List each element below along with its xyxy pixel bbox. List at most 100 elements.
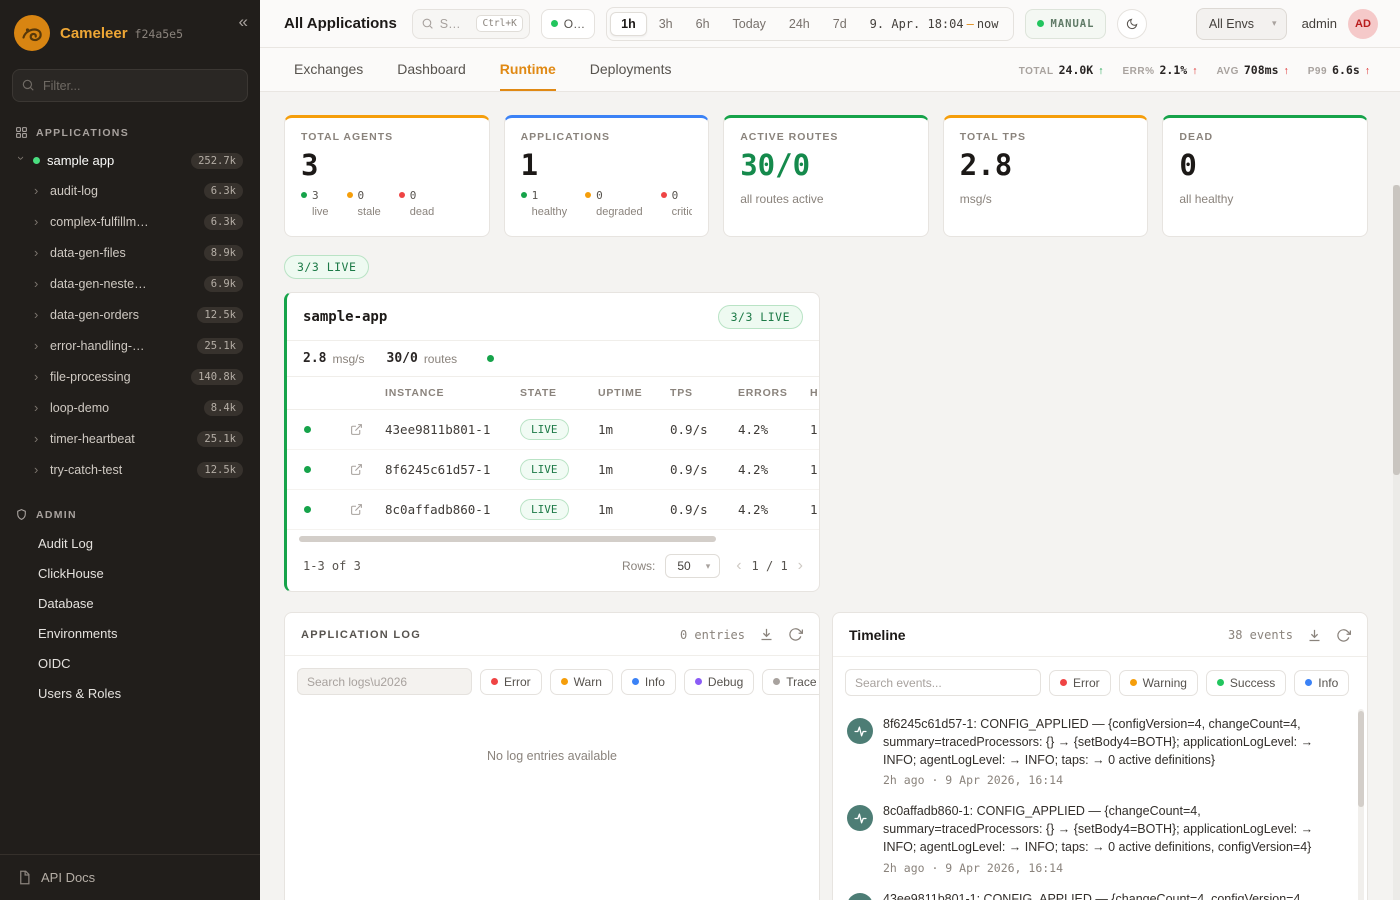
scrollbar-thumb[interactable] xyxy=(1358,711,1364,807)
timeline-filter-error[interactable]: Error xyxy=(1049,670,1111,696)
route-label: loop-demo xyxy=(50,401,109,415)
stat-p99-latency: P99 6.6s ↑ xyxy=(1308,63,1370,77)
download-events-button[interactable] xyxy=(1307,628,1322,643)
manual-refresh-button[interactable]: MANUAL xyxy=(1025,9,1107,39)
prev-page-button[interactable]: ‹ xyxy=(736,558,741,574)
timeline-filter-success[interactable]: Success xyxy=(1206,670,1286,696)
admin-item-users-roles[interactable]: Users & Roles xyxy=(10,678,250,708)
status-dot xyxy=(304,506,311,513)
application-log-panel: APPLICATION LOG 0 entries Error Warn Inf… xyxy=(284,612,820,900)
time-range-3h[interactable]: 3h xyxy=(648,12,684,36)
admin-item-environments[interactable]: Environments xyxy=(10,618,250,648)
tab-dashboard[interactable]: Dashboard xyxy=(397,48,466,91)
env-select[interactable]: All Envs ▾ xyxy=(1196,8,1287,40)
log-filter-debug[interactable]: Debug xyxy=(684,669,754,695)
sidebar-item-data-gen-orders[interactable]: › data-gen-orders 12.5k xyxy=(10,299,250,330)
rows-per-page-label: Rows: xyxy=(622,559,655,573)
admin-item-label: Users & Roles xyxy=(38,686,121,701)
timeline-filter-info[interactable]: Info xyxy=(1294,670,1349,696)
sidebar-item-sample-app[interactable]: › sample app 252.7k xyxy=(10,146,250,175)
open-instance-button[interactable] xyxy=(350,503,363,516)
rows-per-page-select[interactable]: 50 ▾ xyxy=(665,554,720,578)
timeline-filter-warning[interactable]: Warning xyxy=(1119,670,1198,696)
status-dot xyxy=(33,157,40,164)
global-search-input[interactable]: S… Ctrl+K xyxy=(412,9,530,39)
time-range-7d[interactable]: 7d xyxy=(822,12,858,36)
admin-item-oidc[interactable]: OIDC xyxy=(10,648,250,678)
card-value: 30/0 xyxy=(740,150,912,182)
sidebar-item-loop-demo[interactable]: › loop-demo 8.4k xyxy=(10,392,250,423)
rows-per-page-value: 50 xyxy=(677,559,690,573)
card-subtext: all healthy xyxy=(1179,192,1351,206)
chevron-right-icon: › xyxy=(34,184,43,197)
dark-mode-toggle[interactable] xyxy=(1117,9,1147,39)
timeline-event[interactable]: 8f6245c61d57-1: CONFIG_APPLIED — {config… xyxy=(845,708,1351,795)
time-range-24h[interactable]: 24h xyxy=(778,12,821,36)
stat-total: TOTAL 24.0K ↑ xyxy=(1019,63,1104,77)
sidebar-item-error-handling[interactable]: › error-handling-… 25.1k xyxy=(10,330,250,361)
tps-cell: 0.9/s xyxy=(670,502,738,517)
date-range-display[interactable]: 9. Apr. 18:04—now xyxy=(859,17,1010,31)
search-icon xyxy=(421,17,434,30)
page-scrollbar[interactable] xyxy=(1393,185,1400,900)
refresh-logs-button[interactable] xyxy=(788,627,803,642)
error-dot xyxy=(1060,679,1067,686)
manual-label: MANUAL xyxy=(1051,18,1095,30)
sidebar-item-try-catch-test[interactable]: › try-catch-test 12.5k xyxy=(10,454,250,485)
time-range-1h[interactable]: 1h xyxy=(610,12,647,36)
download-logs-button[interactable] xyxy=(759,627,774,642)
sub-count: 1 xyxy=(532,189,539,202)
timeline-event[interactable]: 8c0affadb860-1: CONFIG_APPLIED — {change… xyxy=(845,795,1351,882)
admin-item-label: Environments xyxy=(38,626,117,641)
uptime-cell: 1m xyxy=(598,502,670,517)
sidebar-item-complex-fulfillment[interactable]: › complex-fulfillm… 6.3k xyxy=(10,206,250,237)
tab-runtime[interactable]: Runtime xyxy=(500,48,556,91)
applications-section-label: APPLICATIONS xyxy=(36,127,129,139)
trend-up-icon: ↑ xyxy=(1284,65,1289,77)
stat-label: ERR% xyxy=(1122,66,1154,77)
scrollbar-thumb[interactable] xyxy=(299,536,716,542)
sidebar-collapse-button[interactable]: « xyxy=(239,12,248,32)
user-avatar[interactable]: AD xyxy=(1348,9,1378,39)
tab-deployments[interactable]: Deployments xyxy=(590,48,672,91)
trend-up-icon: ↑ xyxy=(1192,65,1197,77)
log-filter-warn[interactable]: Warn xyxy=(550,669,613,695)
log-search-input[interactable] xyxy=(297,668,472,695)
sidebar-item-data-gen-files[interactable]: › data-gen-files 8.9k xyxy=(10,237,250,268)
log-filter-trace[interactable]: Trace xyxy=(762,669,820,695)
instance-row[interactable]: 8f6245c61d57-1 LIVE 1m 0.9/s 4.2% 1 xyxy=(287,450,819,490)
tab-exchanges[interactable]: Exchanges xyxy=(294,48,363,91)
api-docs-link[interactable]: API Docs xyxy=(0,854,260,900)
admin-item-database[interactable]: Database xyxy=(10,588,250,618)
refresh-events-button[interactable] xyxy=(1336,628,1351,643)
instance-row[interactable]: 8c0affadb860-1 LIVE 1m 0.9/s 4.2% 1 xyxy=(287,490,819,530)
log-filter-info[interactable]: Info xyxy=(621,669,676,695)
sidebar-item-timer-heartbeat[interactable]: › timer-heartbeat 25.1k xyxy=(10,423,250,454)
sidebar-item-file-processing[interactable]: › file-processing 140.8k xyxy=(10,361,250,392)
route-label: try-catch-test xyxy=(50,463,122,477)
timeline-scrollbar[interactable] xyxy=(1358,709,1364,900)
time-range-6h[interactable]: 6h xyxy=(685,12,721,36)
timeline-event[interactable]: 43ee9811b801-1: CONFIG_APPLIED — {change… xyxy=(845,883,1351,900)
timeline-search-input[interactable] xyxy=(845,669,1041,696)
horizontal-scrollbar[interactable] xyxy=(299,536,807,542)
sidebar-item-audit-log[interactable]: › audit-log 6.3k xyxy=(10,175,250,206)
scrollbar-thumb[interactable] xyxy=(1393,185,1400,475)
open-instance-button[interactable] xyxy=(350,463,363,476)
logo-block: Cameleer f24a5e5 xyxy=(0,0,260,63)
chevron-right-icon: › xyxy=(34,432,43,445)
online-status-pill[interactable]: O… xyxy=(541,9,595,39)
content-area: TOTAL AGENTS 3 3live 0stale 0dead APPLIC… xyxy=(260,92,1400,900)
routes-unit: routes xyxy=(424,352,457,366)
app-root: « Cameleer f24a5e5 APPLICATIONS › sample… xyxy=(0,0,1400,900)
log-filter-error[interactable]: Error xyxy=(480,669,542,695)
instance-row[interactable]: 43ee9811b801-1 LIVE 1m 0.9/s 4.2% 1 xyxy=(287,410,819,450)
timeline-events-count: 38 events xyxy=(1228,628,1293,642)
time-range-today[interactable]: Today xyxy=(722,12,777,36)
sidebar-item-data-gen-nested[interactable]: › data-gen-neste… 6.9k xyxy=(10,268,250,299)
admin-item-audit-log[interactable]: Audit Log xyxy=(10,528,250,558)
sidebar-filter-input[interactable] xyxy=(12,69,248,102)
next-page-button[interactable]: › xyxy=(798,558,803,574)
open-instance-button[interactable] xyxy=(350,423,363,436)
admin-item-clickhouse[interactable]: ClickHouse xyxy=(10,558,250,588)
